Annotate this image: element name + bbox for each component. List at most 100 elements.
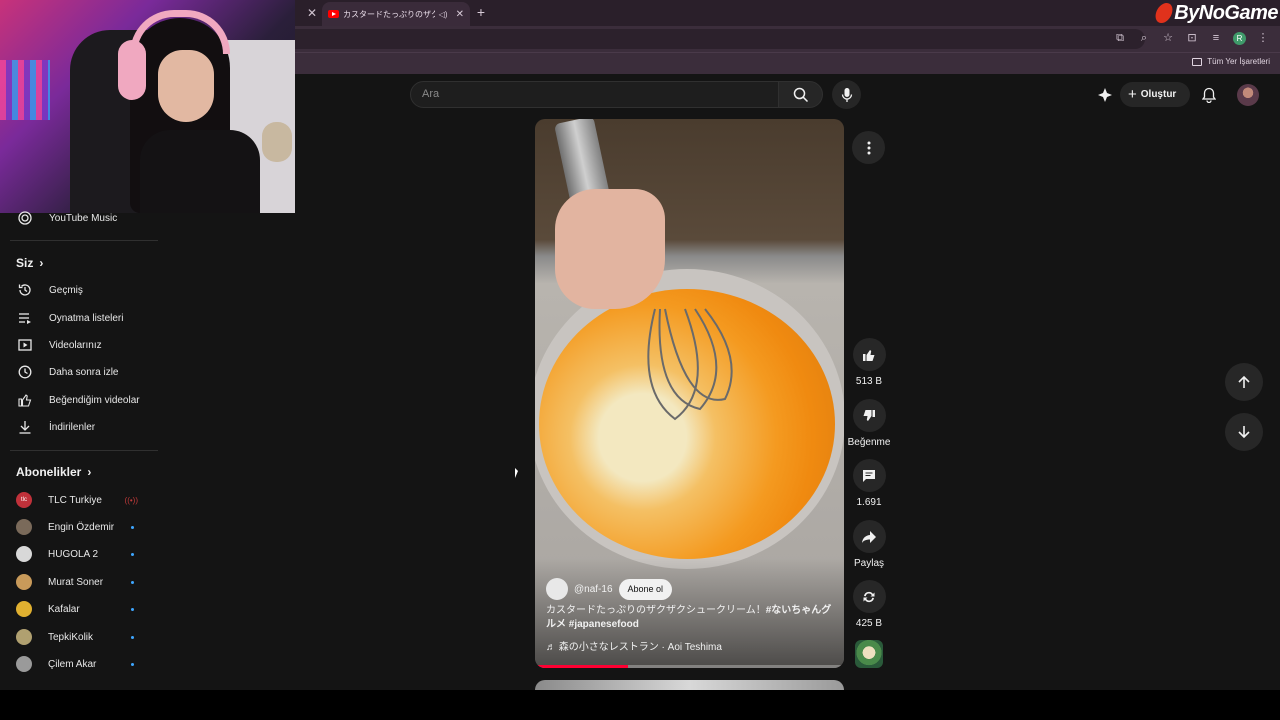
comment-icon [863,469,875,482]
sidebar-item-label: Oynatma listeleri [49,312,124,324]
subscription-item[interactable]: Murat Soner [16,572,156,592]
dislike-button[interactable] [852,399,886,432]
sidebar-divider [10,450,158,451]
streamer-webcam [0,0,295,213]
sidebar-item-watch-later[interactable]: Daha sonra izle [16,362,156,382]
next-short-button[interactable] [1225,413,1263,451]
subscription-item[interactable]: HUGOLA 2 [16,544,156,564]
bell-icon [1202,87,1216,103]
sidebar-section-you[interactable]: Siz › [16,256,43,270]
subscription-item[interactable]: Kafalar [16,599,156,619]
subscription-item[interactable]: Engin Özdemir [16,517,156,537]
remix-action: 425 B [846,580,892,629]
watch-later-icon [16,364,33,381]
bookmarks-bar: Tüm Yer İşaretleri [295,52,1280,74]
sidebar-item-label: YouTube Music [49,212,118,224]
dislike-action: Beğenme [846,399,892,448]
previous-tab-close-icon[interactable]: ✕ [305,6,319,20]
subscribe-button[interactable]: Abone ol [618,578,673,600]
browser-menu-icon[interactable]: ⋮ [1256,31,1270,45]
channel-avatar [16,629,32,645]
tab-audio-icon[interactable]: ◁) [439,10,448,19]
youtube-favicon-icon [328,10,339,18]
sidebar-item-history[interactable]: Geçmiş [16,280,156,300]
sound-thumbnail[interactable] [855,640,883,668]
subscription-item[interactable]: Çilem Akar [16,654,156,674]
new-content-dot [131,580,134,584]
create-button[interactable]: + Oluştur [1120,82,1190,107]
notifications-button[interactable] [1199,85,1219,105]
channel-name: Murat Soner [48,576,104,588]
remix-button[interactable] [852,580,886,613]
search-button[interactable] [778,81,823,108]
video-hand [555,189,665,309]
brand-mark-icon [1153,3,1175,23]
sidebar-item-label: Daha sonra izle [49,366,119,378]
section-title-subscriptions: Abonelikler [16,465,82,479]
downloads-icon [16,419,33,436]
sidebar-item-downloads[interactable]: İndirilenler [16,417,156,437]
sidebar-item-label: Beğendiğim videolar [49,394,140,406]
extensions-icon[interactable]: ⊡ [1185,31,1199,45]
new-content-dot [131,525,134,529]
share-button[interactable] [852,520,886,553]
webcam-person-face [158,50,214,122]
bookmark-star-icon[interactable]: ☆ [1161,31,1175,45]
create-label: Oluştur [1140,89,1177,100]
address-bar[interactable] [295,29,1145,49]
previous-short-button[interactable] [1225,363,1263,401]
webcam-teddy [262,122,292,162]
video-whisk-wires [647,308,733,421]
comments-button[interactable] [852,459,886,492]
share-icon [862,530,876,543]
channel-avatar [16,656,32,672]
channel-handle[interactable]: @naf-16 [574,584,613,595]
microphone-icon [841,87,852,102]
channel-row: @naf-16 Abone ol [546,578,673,600]
sidebar-item-your-videos[interactable]: Videolarınız [16,335,156,355]
channel-name: Kafalar [48,603,80,615]
youtube-music-icon [16,210,33,227]
video-progress-bar[interactable] [535,665,844,668]
share-label: Paylaş [853,558,884,569]
account-avatar[interactable] [1237,84,1259,106]
thumbs-down-icon [863,409,875,421]
channel-avatar[interactable] [546,578,568,600]
voice-search-button[interactable] [832,80,861,109]
new-content-dot [131,635,134,639]
gemini-sparkle-button[interactable] [1096,86,1114,104]
video-progress-fill [535,665,628,668]
profile-avatar[interactable]: R [1233,31,1246,45]
short-video-player[interactable]: @naf-16 Abone ol カスタードたっぷりのザクザクシュークリーム！#… [535,119,844,668]
more-options-button[interactable] [852,131,885,164]
dislike-label: Beğenme [847,437,891,448]
sidebar-section-subscriptions[interactable]: Abonelikler › [16,465,91,479]
channel-name: HUGOLA 2 [48,548,99,560]
like-count: 513 B [855,376,883,387]
channel-avatar [16,546,32,562]
sidebar-item-liked-videos[interactable]: Beğendiğim videolar [16,390,156,410]
search-input[interactable]: Ara [410,81,779,108]
folder-icon [1192,57,1203,66]
like-button[interactable] [852,338,886,371]
subscription-item[interactable]: tlc TLC Turkiye ((•)) [16,490,156,510]
media-controls-icon[interactable]: ≡ [1209,31,1223,45]
new-tab-icon[interactable]: + [474,4,488,20]
cast-icon[interactable]: ⧉ [1113,31,1127,45]
short-title[interactable]: カスタードたっぷりのザクザクシュークリーム！#ないちゃんグルメ #japanes… [546,604,836,632]
music-link[interactable]: ♬ 森の小さなレストラン · Aoi Teshima [546,638,722,653]
comments-action: 1.691 [846,459,892,508]
tab-close-icon[interactable]: ✕ [456,9,464,20]
more-vertical-icon [867,141,870,154]
zoom-icon[interactable]: ⌕ [1137,31,1151,45]
browser-tab-active[interactable]: カスタードたっぷりのザクザクシュ ◁) ✕ [322,2,470,26]
sidebar-item-youtube-music[interactable]: YouTube Music [16,208,156,228]
playlists-icon [16,310,33,327]
sidebar-item-playlists[interactable]: Oynatma listeleri [16,308,156,328]
comment-count: 1.691 [856,497,882,508]
subscription-item[interactable]: TepkiKolik [16,627,156,647]
webcam-background [0,0,295,213]
chevron-right-icon: › [39,256,44,270]
all-bookmarks-button[interactable]: Tüm Yer İşaretleri [1192,57,1270,66]
browser-toolbar: ⧉ ⌕ ☆ ⊡ ≡ R ⋮ [295,26,1280,52]
